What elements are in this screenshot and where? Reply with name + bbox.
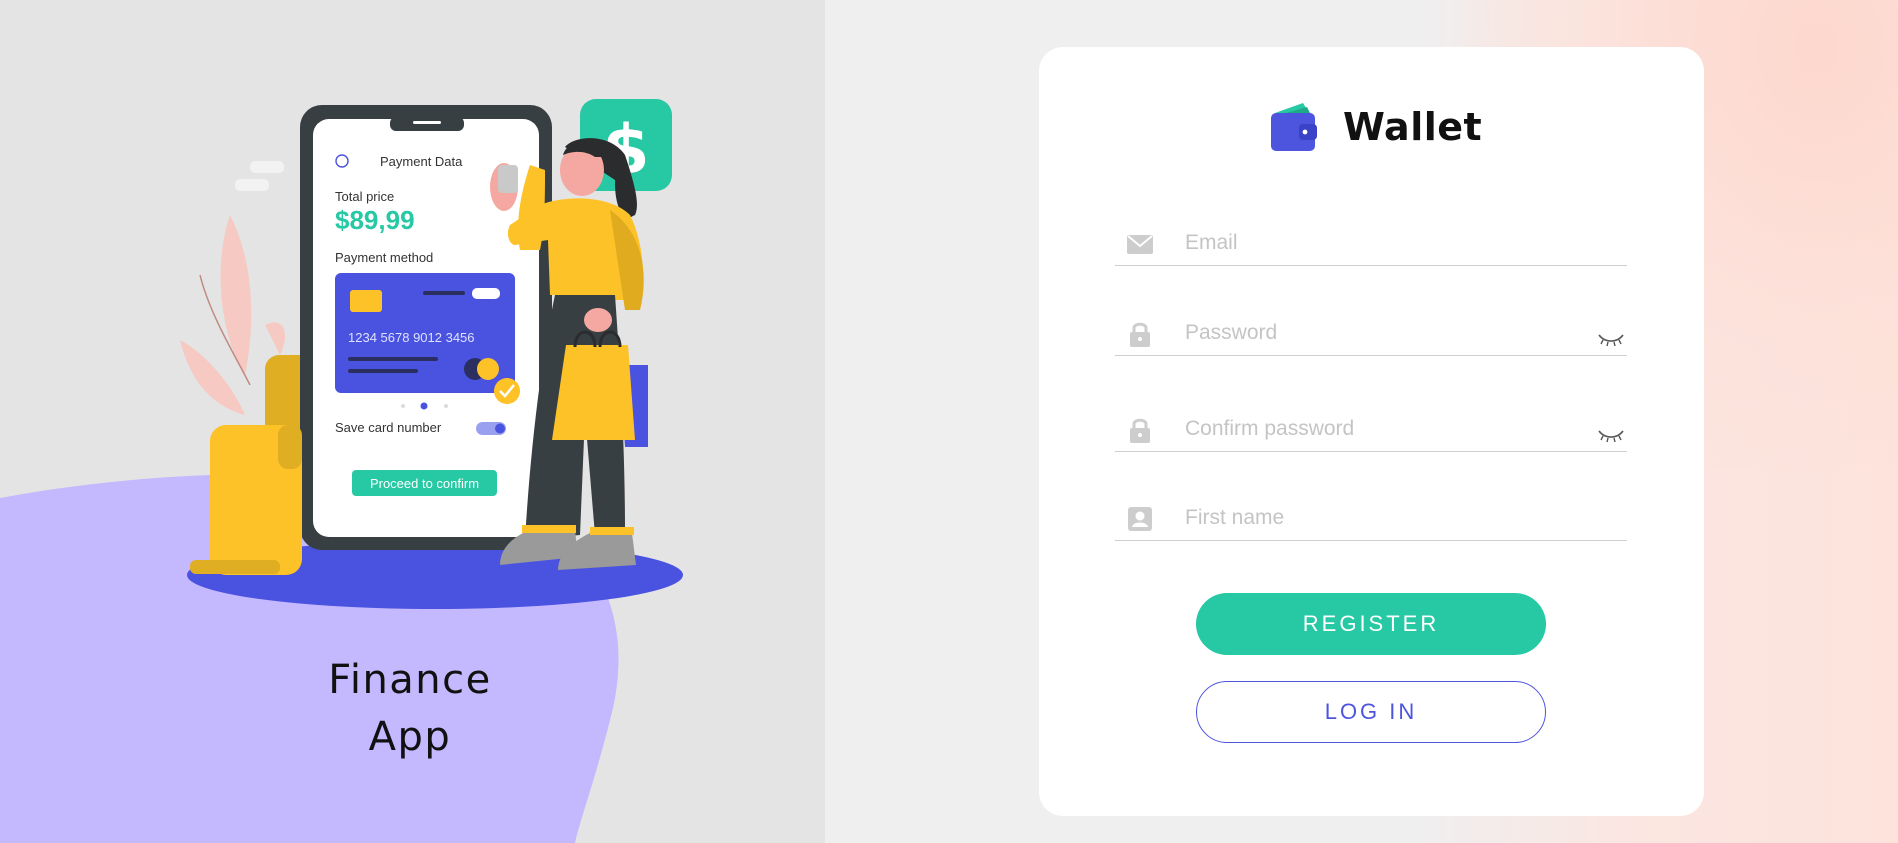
- eye-closed-icon[interactable]: [1597, 427, 1625, 443]
- eye-closed-icon[interactable]: [1597, 331, 1625, 347]
- email-input[interactable]: [1185, 227, 1565, 259]
- envelope-icon: [1127, 235, 1153, 254]
- login-button[interactable]: LOG IN: [1196, 681, 1546, 743]
- password-input[interactable]: [1185, 317, 1565, 349]
- first-name-input[interactable]: [1185, 502, 1565, 534]
- proceed-label: Proceed to confirm: [370, 476, 479, 491]
- hero-title-line1: Finance: [328, 657, 492, 703]
- wallet-icon: [1271, 103, 1317, 151]
- hero-title: Finance App: [260, 652, 560, 766]
- confirm-password-input[interactable]: [1185, 413, 1565, 445]
- phone-total-label: Total price: [335, 189, 394, 204]
- phone-header-text: Payment Data: [380, 154, 463, 169]
- register-card: Wallet Email First name REGISTER LOG IN: [1039, 47, 1704, 816]
- lock-icon: [1130, 418, 1150, 443]
- register-button[interactable]: REGISTER: [1196, 593, 1546, 655]
- phone-method-label: Payment method: [335, 250, 433, 265]
- password-field-group: [1115, 311, 1627, 356]
- contact-card-icon: [1128, 507, 1152, 531]
- phone-total-value: $89,99: [335, 205, 415, 235]
- card-number-text: 1234 5678 9012 3456: [348, 330, 475, 345]
- finance-illustration: Payment Data Total price $89,99 Payment …: [180, 99, 683, 609]
- brand-logo: Wallet: [1269, 97, 1482, 157]
- first-name-field-group: [1115, 496, 1627, 541]
- lock-icon: [1130, 322, 1150, 347]
- brand-name: Wallet: [1343, 105, 1483, 149]
- save-card-label: Save card number: [335, 420, 442, 435]
- hero-title-line2: App: [368, 714, 452, 760]
- confirm-password-field-group: [1115, 407, 1627, 452]
- hero-panel: Payment Data Total price $89,99 Payment …: [0, 0, 825, 843]
- email-field-group: [1115, 221, 1627, 266]
